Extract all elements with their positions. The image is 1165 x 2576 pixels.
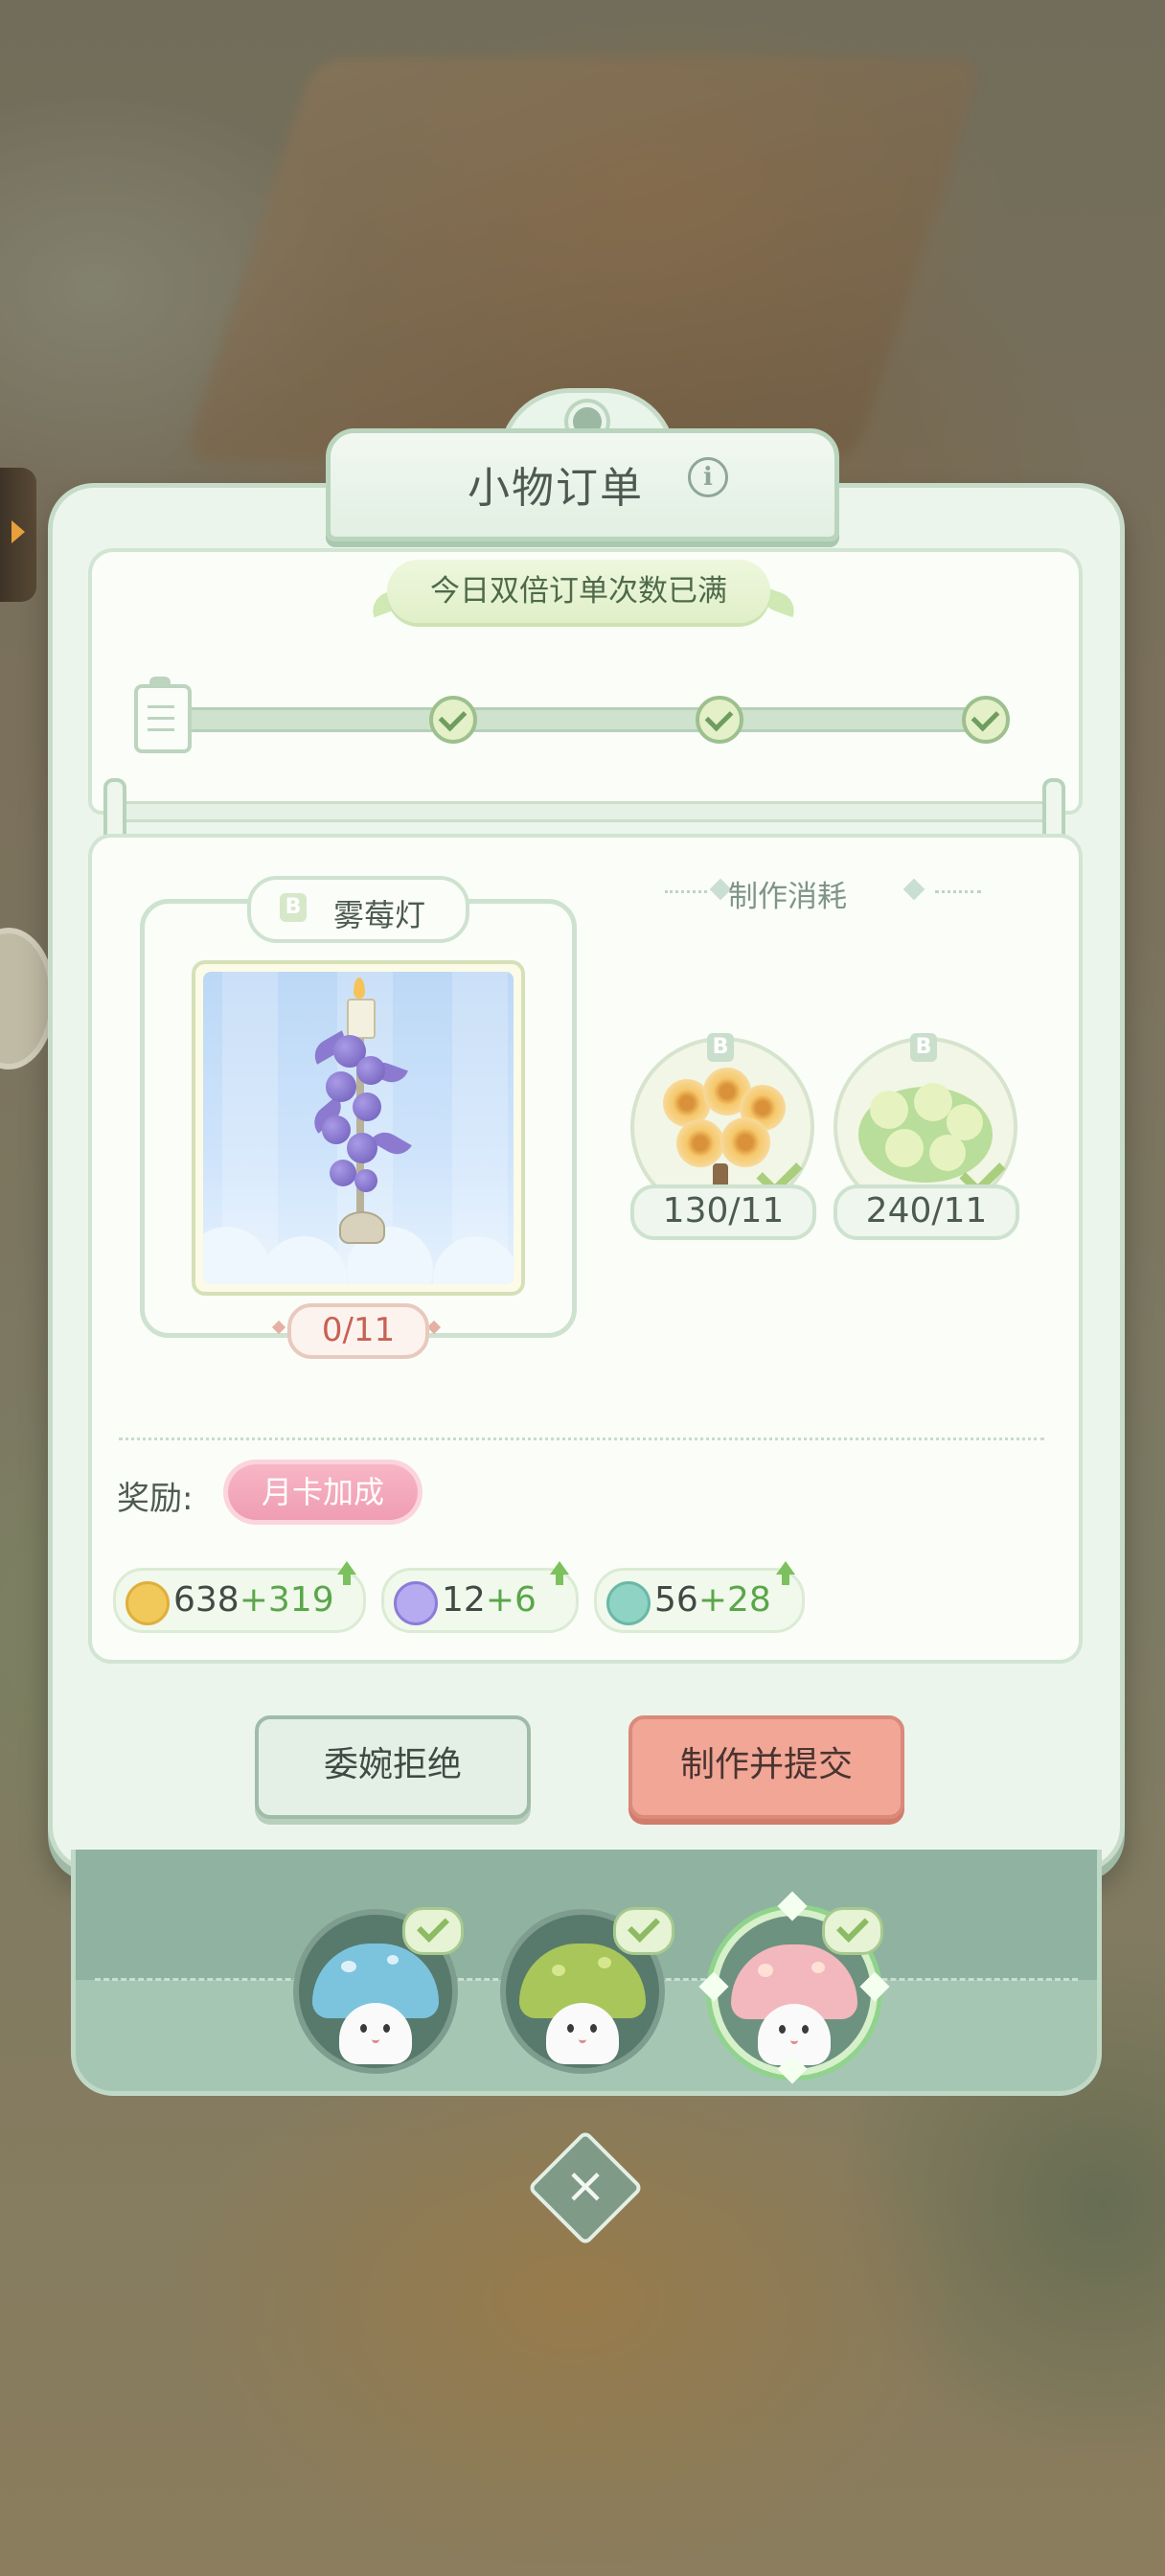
arrow-right-icon xyxy=(11,520,25,543)
craft-cost-label: 制作消耗 xyxy=(728,880,847,914)
reward-base: 56 xyxy=(654,1580,698,1620)
lamp-base xyxy=(339,1211,385,1244)
material-count: 240/11 xyxy=(834,1184,1019,1240)
arrow-up-icon xyxy=(547,1561,572,1586)
card-divider xyxy=(103,801,1062,822)
item-progress: 0/11 xyxy=(287,1303,429,1359)
arrow-up-icon xyxy=(773,1561,798,1586)
close-icon[interactable]: × xyxy=(544,2147,627,2229)
reward-base: 12 xyxy=(442,1580,486,1620)
dotted-decoration xyxy=(935,890,981,893)
gem-icon xyxy=(394,1581,438,1625)
exp-icon xyxy=(606,1581,651,1625)
reward-base: 638 xyxy=(173,1580,240,1620)
reward-bonus: +6 xyxy=(485,1580,537,1620)
progress-check-icon xyxy=(696,696,743,744)
grade-badge: B xyxy=(910,1033,937,1062)
craft-submit-button[interactable]: 制作并提交 xyxy=(628,1715,904,1819)
reward-value: 56+28 xyxy=(654,1580,771,1620)
item-name-tag: B 雾莓灯 xyxy=(247,876,469,943)
reward-coin: 638+319 xyxy=(113,1561,366,1633)
grade-badge: B xyxy=(707,1033,734,1062)
item-name: 雾莓灯 xyxy=(333,897,426,933)
item-image-background xyxy=(203,972,514,1284)
material-count: 130/11 xyxy=(630,1184,816,1240)
progress-check-icon xyxy=(962,696,1010,744)
order-progress-track xyxy=(172,707,993,732)
reward-exp: 56+28 xyxy=(594,1561,805,1633)
reward-value: 12+6 xyxy=(442,1580,537,1620)
reward-label: 奖励: xyxy=(117,1480,194,1518)
reward-gem: 12+6 xyxy=(381,1561,579,1633)
monthly-card-bonus-badge: 月卡加成 xyxy=(228,1464,418,1520)
progress-check-icon xyxy=(429,696,477,744)
double-order-status: 今日双倍订单次数已满 xyxy=(387,560,770,623)
grade-badge: B xyxy=(280,893,307,922)
reject-button[interactable]: 委婉拒绝 xyxy=(255,1715,531,1819)
info-icon[interactable]: i xyxy=(688,457,728,497)
reward-bonus: +319 xyxy=(239,1580,334,1620)
checkmark-icon xyxy=(613,1907,674,1955)
title-tab: 小物订单 i xyxy=(326,388,839,541)
item-image[interactable] xyxy=(192,960,525,1296)
lamp-candle xyxy=(347,999,376,1039)
coin-icon xyxy=(126,1581,170,1625)
checkmark-icon xyxy=(822,1907,883,1955)
clipboard-icon xyxy=(134,677,192,753)
side-drawer-tab[interactable] xyxy=(0,468,36,602)
checkmark-icon xyxy=(402,1907,464,1955)
reward-bonus: +28 xyxy=(697,1580,771,1620)
dotted-decoration xyxy=(665,890,707,893)
arrow-up-icon xyxy=(334,1561,359,1586)
reward-value: 638+319 xyxy=(173,1580,334,1620)
section-divider xyxy=(119,1438,1044,1440)
